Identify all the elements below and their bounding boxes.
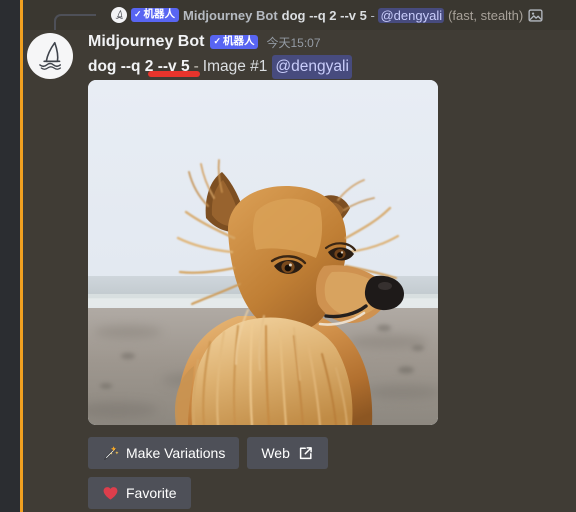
message-header: Midjourney Bot ✓ 机器人 今天15:07 xyxy=(88,33,321,51)
reply-separator: - xyxy=(370,7,375,23)
reply-mention-pill[interactable]: @dengyali xyxy=(378,7,445,23)
reply-message-preview: dog --q 2 --v 5 - @dengyali xyxy=(281,7,445,23)
magic-wand-icon xyxy=(102,445,119,462)
reply-mode-suffix: (fast, stealth) xyxy=(448,7,524,23)
web-label: Web xyxy=(261,445,290,461)
reply-spine-connector xyxy=(54,14,96,30)
reply-reference-bar[interactable]: ✓ 机器人 Midjourney Bot dog --q 2 --v 5 - @… xyxy=(23,0,576,30)
bot-badge-check: ✓ xyxy=(213,35,221,46)
midjourney-sailboat-icon xyxy=(39,41,62,70)
message-author-name[interactable]: Midjourney Bot xyxy=(88,33,204,51)
heart-icon xyxy=(102,485,119,502)
user-mention-pill[interactable]: @dengyali xyxy=(272,55,352,79)
channel-left-rail xyxy=(0,0,20,512)
bot-badge-check: ✓ xyxy=(134,8,142,19)
reply-author-name: Midjourney Bot xyxy=(183,7,278,23)
external-link-icon xyxy=(297,445,314,462)
bot-badge-label: 机器人 xyxy=(222,34,255,47)
bot-badge-label: 机器人 xyxy=(143,7,176,20)
web-button[interactable]: Web xyxy=(247,437,328,469)
favorite-label: Favorite xyxy=(126,485,177,501)
image-index-label: Image #1 xyxy=(202,58,268,75)
action-button-row-primary: Make Variations Web xyxy=(88,437,328,469)
favorite-button[interactable]: Favorite xyxy=(88,477,191,509)
red-annotation-underline xyxy=(148,71,200,77)
discord-message-view: ✓ 机器人 Midjourney Bot dog --q 2 --v 5 - @… xyxy=(0,0,576,512)
midjourney-sailboat-icon xyxy=(111,7,127,23)
make-variations-button[interactable]: Make Variations xyxy=(88,437,240,469)
message-content-line: dog --q 2 --v 5 - Image #1 @dengyali xyxy=(88,55,352,79)
message-timestamp: 今天15:07 xyxy=(266,35,321,50)
bot-badge: ✓ 机器人 xyxy=(131,7,180,23)
make-variations-label: Make Variations xyxy=(126,445,226,461)
image-attachment-icon xyxy=(527,7,543,23)
message-avatar[interactable] xyxy=(27,33,73,79)
generated-image-attachment[interactable] xyxy=(88,80,438,425)
action-button-row-secondary: Favorite xyxy=(88,477,191,509)
reply-prompt-text: dog --q 2 --v 5 xyxy=(281,7,367,23)
bot-badge: ✓ 机器人 xyxy=(210,34,259,50)
reply-reference-content: ✓ 机器人 Midjourney Bot dog --q 2 --v 5 - @… xyxy=(111,0,543,30)
